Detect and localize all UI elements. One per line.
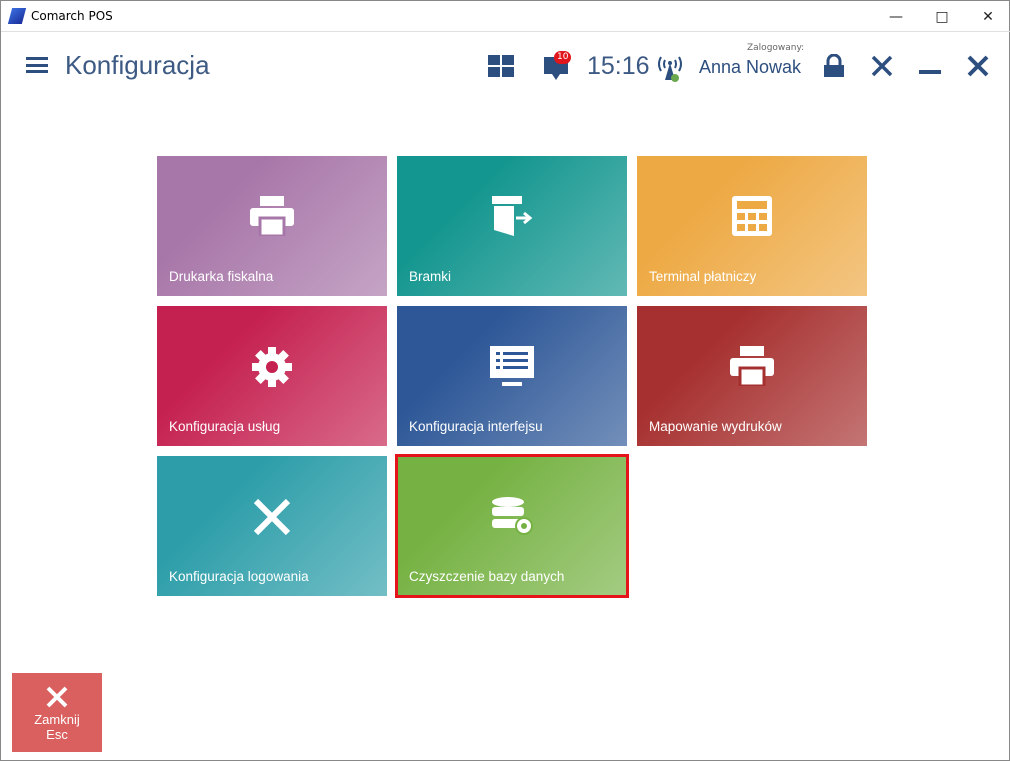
close-label: Zamknij — [34, 712, 80, 727]
connection-status-icon — [658, 56, 682, 82]
monitor-list-icon — [490, 346, 534, 392]
gate-exit-icon — [490, 196, 534, 240]
tiles-view-icon[interactable] — [488, 55, 514, 77]
clock: 15:16 — [587, 52, 650, 80]
tile-label: Bramki — [409, 269, 452, 284]
minimize-icon[interactable] — [919, 70, 941, 76]
logged-in-label: Zalogowany: — [747, 43, 805, 53]
calculator-icon — [732, 196, 772, 240]
window-maximize-button[interactable]: □ — [919, 1, 965, 32]
tile-mapowanie-wydruk-w[interactable]: Mapowanie wydruków — [637, 306, 867, 446]
tile-label: Konfiguracja usług — [169, 419, 281, 434]
tile-konfiguracja-logowania[interactable]: Konfiguracja logowania — [157, 456, 387, 596]
close-shortcut: Esc — [46, 727, 68, 742]
tile-drukarka-fiskalna[interactable]: Drukarka fiskalna — [157, 156, 387, 296]
tile-label: Drukarka fiskalna — [169, 269, 274, 284]
tile-bramki[interactable]: Bramki — [397, 156, 627, 296]
tile-konfiguracja-us-ug[interactable]: Konfiguracja usług — [157, 306, 387, 446]
printer-icon — [250, 196, 294, 240]
window-minimize-button[interactable]: — — [873, 1, 919, 32]
notification-badge: 10 — [554, 51, 572, 64]
tile-konfiguracja-interfejsu[interactable]: Konfiguracja interfejsu — [397, 306, 627, 446]
tile-label: Czyszczenie bazy danych — [409, 569, 565, 584]
database-settings-icon — [490, 496, 534, 540]
printer-icon — [730, 346, 774, 390]
tools-icon[interactable] — [870, 54, 894, 78]
gear-icon — [251, 346, 293, 392]
tile-label: Konfiguracja logowania — [169, 569, 309, 584]
app-logo-icon — [7, 8, 27, 24]
close-button[interactable]: Zamknij Esc — [12, 673, 102, 752]
tile-label: Mapowanie wydruków — [649, 419, 782, 434]
title-bar: Comarch POS — □ ✕ — [1, 1, 1010, 32]
menu-icon[interactable] — [26, 57, 48, 73]
tile-label: Konfiguracja interfejsu — [409, 419, 543, 434]
user-name[interactable]: Anna Nowak — [699, 57, 801, 78]
close-x-icon — [46, 686, 68, 708]
lock-icon[interactable] — [823, 54, 845, 78]
close-icon[interactable] — [967, 55, 989, 77]
tile-label: Terminal płatniczy — [649, 269, 757, 284]
window-title: Comarch POS — [31, 9, 113, 23]
header: Konfiguracja 10 15:16 Zalogowany: Anna N… — [1, 32, 1010, 102]
tools-icon — [251, 496, 293, 542]
page-title: Konfiguracja — [65, 50, 210, 80]
tile-czyszczenie-bazy-danych[interactable]: Czyszczenie bazy danych — [395, 454, 629, 598]
window-close-button[interactable]: ✕ — [965, 1, 1010, 32]
tile-terminal-p-atniczy[interactable]: Terminal płatniczy — [637, 156, 867, 296]
